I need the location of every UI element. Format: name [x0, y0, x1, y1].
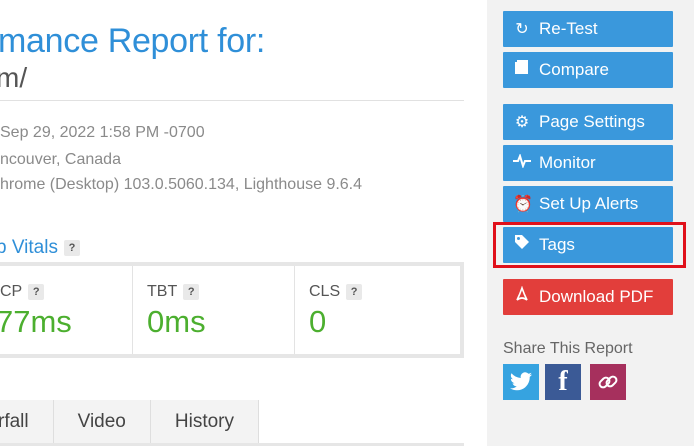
facebook-icon[interactable]: f	[545, 364, 581, 400]
monitor-button[interactable]: Monitor	[503, 145, 673, 181]
test-location: ncouver, Canada	[0, 151, 121, 168]
vitals-panel: CP? 77ms TBT? 0ms CLS? 0	[0, 262, 464, 358]
compare-label: Compare	[539, 60, 609, 79]
report-date: Sep 29, 2022 1:58 PM -0700	[0, 124, 205, 141]
tab-history[interactable]: History	[150, 400, 260, 444]
page-settings-button[interactable]: ⚙ Page Settings	[503, 104, 673, 140]
vital-value: 0	[309, 304, 327, 339]
tab-video[interactable]: Video	[53, 400, 151, 444]
help-icon[interactable]: ?	[63, 239, 80, 256]
tab-waterfall[interactable]: rfall	[0, 400, 54, 444]
retest-button[interactable]: ↻ Re-Test	[503, 11, 673, 47]
pdf-icon	[513, 280, 531, 316]
web-vitals-heading: b Vitals?	[0, 237, 80, 259]
page-title: mance Report for:	[0, 22, 266, 60]
divider	[0, 100, 464, 101]
monitor-label: Monitor	[539, 153, 596, 172]
report-url: m/	[0, 62, 28, 93]
help-icon[interactable]: ?	[28, 283, 45, 300]
vital-name: CP?	[0, 283, 45, 301]
vital-value: 77ms	[0, 304, 72, 339]
vital-name: CLS?	[309, 283, 363, 301]
set-up-alerts-label: Set Up Alerts	[539, 194, 639, 213]
tags-highlight-box	[493, 222, 686, 268]
report-tabs: rfall Video History	[0, 400, 260, 446]
vital-tbt: TBT? 0ms	[132, 266, 294, 354]
help-icon[interactable]: ?	[346, 283, 363, 300]
web-vitals-label[interactable]: b Vitals	[0, 237, 58, 258]
gear-icon: ⚙	[514, 114, 530, 131]
twitter-icon[interactable]	[503, 364, 539, 400]
report-panel: mance Report for: m/ Sep 29, 2022 1:58 P…	[0, 0, 470, 446]
download-pdf-label: Download PDF	[539, 287, 654, 306]
help-icon[interactable]: ?	[183, 283, 200, 300]
download-pdf-button[interactable]: Download PDF	[503, 279, 673, 315]
vital-value: 0ms	[147, 304, 206, 339]
test-browser: hrome (Desktop) 103.0.5060.134, Lighthou…	[0, 176, 363, 193]
page-settings-label: Page Settings	[539, 112, 645, 131]
pulse-icon	[513, 146, 531, 182]
vital-lcp: CP? 77ms	[0, 266, 132, 354]
share-heading: Share This Report	[503, 340, 633, 357]
vital-cls: CLS? 0	[294, 266, 460, 354]
compare-button[interactable]: Compare	[503, 52, 673, 88]
vital-name: TBT?	[147, 283, 200, 301]
set-up-alerts-button[interactable]: ⏰ Set Up Alerts	[503, 186, 673, 222]
refresh-icon: ↻	[515, 21, 529, 38]
link-icon[interactable]	[590, 364, 626, 400]
retest-label: Re-Test	[539, 19, 598, 38]
book-icon	[513, 53, 531, 89]
alarm-clock-icon: ⏰	[513, 196, 533, 213]
